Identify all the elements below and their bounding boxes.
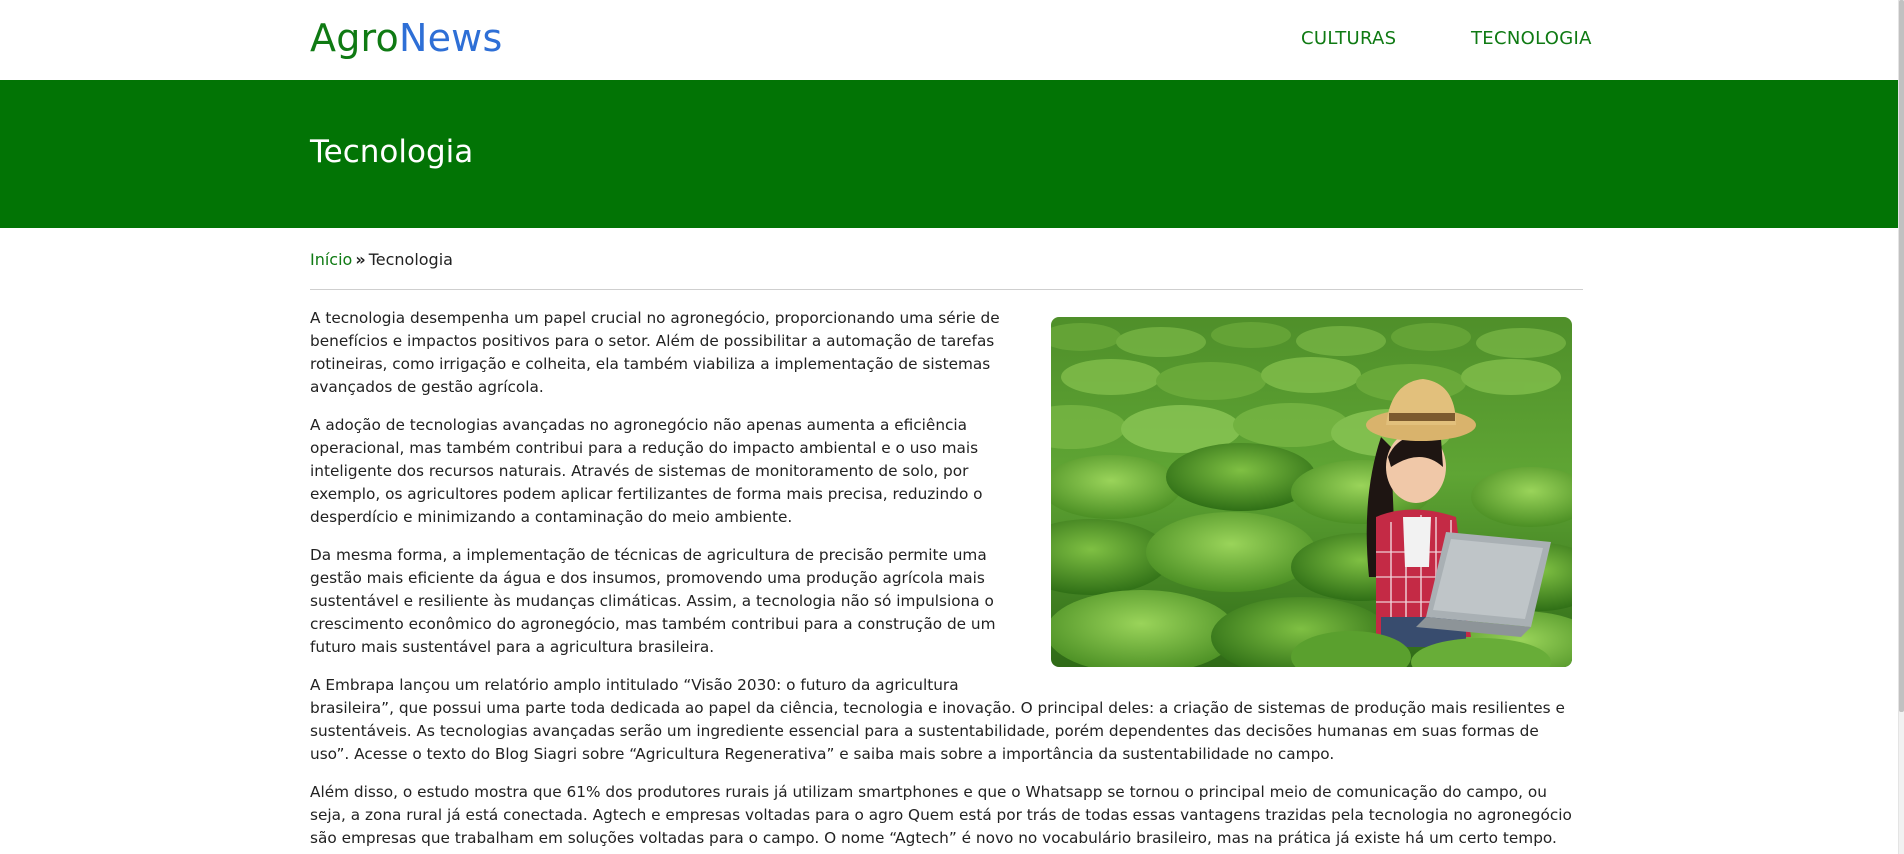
site-logo[interactable]: AgroNews bbox=[310, 16, 502, 60]
breadcrumb-separator: » bbox=[355, 250, 366, 269]
nav-item-culturas[interactable]: CULTURAS bbox=[1301, 28, 1396, 49]
article-body: A tecnologia desempenha um papel crucial… bbox=[310, 307, 1582, 854]
vertical-scrollbar[interactable] bbox=[1898, 0, 1904, 854]
logo-news-text: News bbox=[398, 16, 503, 60]
logo-agro-text: Agro bbox=[310, 16, 399, 60]
divider bbox=[310, 289, 1583, 290]
page-banner: Tecnologia bbox=[0, 80, 1898, 228]
article-image bbox=[1051, 317, 1572, 667]
breadcrumb-current: Tecnologia bbox=[368, 250, 453, 269]
article-paragraph-4: A Embrapa lançou um relatório amplo inti… bbox=[310, 676, 1565, 763]
page-title: Tecnologia bbox=[310, 134, 474, 170]
nav-item-tecnologia[interactable]: TECNOLOGIA bbox=[1471, 28, 1592, 49]
site-header: AgroNews CULTURAS TECNOLOGIA bbox=[0, 0, 1898, 80]
scrollbar-thumb[interactable] bbox=[1899, 0, 1904, 712]
farmer-with-laptop-in-field-photo-icon bbox=[1051, 317, 1572, 667]
article-paragraph-5: Além disso, o estudo mostra que 61% dos … bbox=[310, 783, 1572, 847]
breadcrumb: Início» Tecnologia bbox=[310, 250, 453, 269]
breadcrumb-home-link[interactable]: Início bbox=[310, 250, 352, 269]
